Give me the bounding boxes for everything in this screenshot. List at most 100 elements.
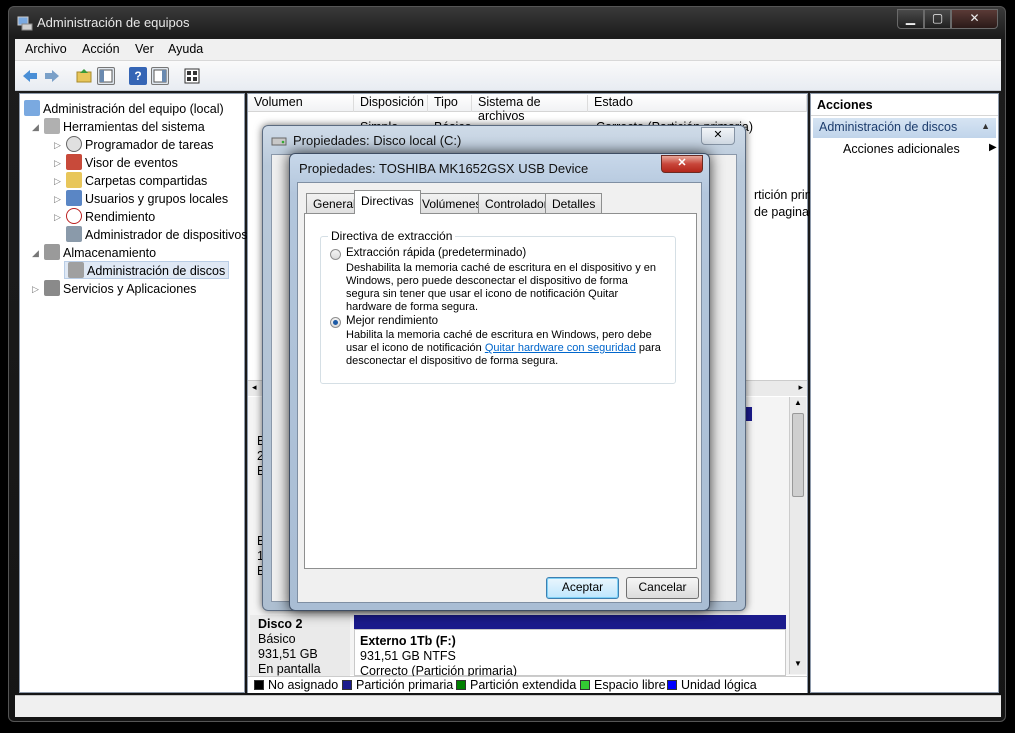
clock-icon	[66, 136, 82, 152]
quick-removal-radio[interactable]	[330, 249, 341, 260]
tree-item-label: Almacenamiento	[63, 246, 157, 260]
computer-management-icon	[24, 100, 40, 116]
tree-item-label: Administrador de dispositivos	[85, 228, 248, 242]
forward-arrow-icon[interactable]	[43, 67, 61, 85]
menu-accion[interactable]: Acción	[82, 42, 120, 56]
show-hide-tree-icon[interactable]	[97, 67, 115, 85]
legend-item: Unidad lógica	[667, 678, 757, 692]
minimize-button[interactable]: ▁	[897, 9, 924, 29]
safely-remove-hardware-link[interactable]: Quitar hardware con seguridad	[485, 342, 636, 354]
menu-ayuda[interactable]: Ayuda	[168, 42, 203, 56]
col-estado[interactable]: Estado	[588, 95, 807, 112]
legend-item: Partición primaria	[342, 678, 453, 692]
tree-item-performance[interactable]: Rendimiento	[66, 208, 155, 224]
tree-item-shared-folders[interactable]: Carpetas compartidas	[66, 172, 207, 188]
column-header: Volumen Disposición Tipo Sistema de arch…	[248, 94, 807, 123]
col-tipo[interactable]: Tipo	[428, 95, 472, 112]
disk2-name: Disco 2	[258, 617, 303, 631]
dialog-title: Propiedades: TOSHIBA MK1652GSX USB Devic…	[299, 161, 589, 176]
tools-icon	[44, 118, 60, 134]
group-title: Directiva de extracción	[328, 229, 456, 243]
back-arrow-icon[interactable]	[21, 67, 39, 85]
tab-detalles[interactable]: Detalles	[545, 193, 603, 213]
scroll-up-icon[interactable]: ▲	[794, 398, 802, 407]
disk2-info[interactable]: Disco 2 Básico 931,51 GB En pantalla	[250, 615, 350, 677]
close-button[interactable]: ✕	[951, 9, 998, 29]
scroll-thumb[interactable]	[792, 413, 804, 497]
submenu-arrow-icon: ▶	[989, 142, 997, 153]
more-actions-label: Acciones adicionales	[843, 142, 960, 156]
quick-removal-label[interactable]: Extracción rápida (predeterminado)	[346, 247, 526, 259]
expand-icon[interactable]: ▷	[54, 194, 61, 205]
tab-controlador[interactable]: Controlador	[478, 193, 555, 213]
ok-button[interactable]: Aceptar	[546, 577, 619, 599]
close-button[interactable]: ✕	[701, 127, 735, 145]
status-bar	[15, 695, 1001, 717]
menu-bar: Archivo Acción Ver Ayuda	[15, 39, 1001, 61]
cell-status-partial: rtición prin	[754, 188, 812, 202]
legend: No asignado Partición primaria Partición…	[248, 676, 807, 693]
up-folder-icon[interactable]	[75, 67, 93, 85]
cell-status-partial: de paginac	[754, 205, 816, 219]
tree-item-label: Usuarios y grupos locales	[85, 192, 229, 206]
tree-item-local-users[interactable]: Usuarios y grupos locales	[66, 190, 228, 206]
scroll-left-icon[interactable]: ◂	[252, 382, 257, 393]
collapse-up-icon[interactable]: ▲	[981, 121, 990, 131]
better-performance-label[interactable]: Mejor rendimiento	[346, 315, 438, 327]
quick-removal-description: Deshabilita la memoria caché de escritur…	[346, 262, 656, 313]
legend-swatch	[254, 680, 264, 690]
tab-directivas[interactable]: Directivas	[354, 190, 421, 214]
device-manager-icon	[66, 226, 82, 242]
computer-management-icon	[17, 15, 33, 31]
tree-item-system-tools[interactable]: Herramientas del sistema	[44, 118, 205, 134]
col-sistema-archivos[interactable]: Sistema de archivos	[472, 95, 588, 123]
tree-item-services[interactable]: Servicios y Aplicaciones	[44, 280, 196, 296]
tree-item-event-viewer[interactable]: Visor de eventos	[66, 154, 178, 170]
menu-ver[interactable]: Ver	[135, 42, 154, 56]
tree-root-label: Administración del equipo (local)	[43, 102, 224, 116]
more-actions-item[interactable]: Acciones adicionales ▶	[843, 142, 997, 156]
expand-icon[interactable]: ▷	[54, 176, 61, 187]
window-title: Administración de equipos	[37, 15, 190, 30]
maximize-button[interactable]: ▢	[924, 9, 951, 29]
actions-pane: Acciones Administración de discos ▲ Accio…	[810, 93, 999, 693]
legend-label: Partición extendida	[470, 678, 577, 692]
show-hide-action-pane-icon[interactable]	[151, 67, 169, 85]
partition-block[interactable]: Externo 1Tb (F:) 931,51 GB NTFS Correcto…	[354, 629, 786, 678]
tree-item-device-manager[interactable]: Administrador de dispositivos	[66, 226, 248, 242]
close-button[interactable]: ✕	[661, 155, 703, 173]
tree-item-label: Administración de discos	[87, 264, 226, 278]
legend-swatch	[342, 680, 352, 690]
col-disposicion[interactable]: Disposición	[354, 95, 428, 112]
storage-icon	[44, 244, 60, 260]
expand-icon[interactable]: ▷	[32, 284, 39, 295]
drive-icon	[271, 133, 287, 147]
disk2-type: Básico	[258, 632, 296, 646]
properties-icon[interactable]	[183, 67, 201, 85]
tree-item-disk-management[interactable]: Administración de discos	[64, 261, 230, 279]
vertical-scrollbar[interactable]: ▲ ▼	[789, 397, 806, 674]
expand-icon[interactable]: ▷	[54, 212, 61, 223]
expand-icon[interactable]: ▷	[54, 158, 61, 169]
legend-label: Espacio libre	[594, 678, 666, 692]
collapse-icon[interactable]: ◢	[32, 122, 39, 133]
expand-icon[interactable]: ▷	[54, 140, 61, 151]
radio-selected-dot	[333, 320, 338, 325]
tree-item-task-scheduler[interactable]: Programador de tareas	[66, 136, 214, 152]
policies-panel: Directiva de extracción Extracción rápid…	[304, 213, 697, 569]
cancel-button[interactable]: Cancelar	[626, 577, 699, 599]
tree-item-label: Herramientas del sistema	[63, 120, 205, 134]
collapse-icon[interactable]: ◢	[32, 248, 39, 259]
tree-root[interactable]: Administración del equipo (local)	[24, 100, 224, 116]
tree-item-storage[interactable]: Almacenamiento	[44, 244, 156, 260]
actions-section-disk-management[interactable]: Administración de discos ▲	[813, 118, 996, 138]
scroll-down-icon[interactable]: ▼	[794, 659, 802, 668]
dialog-title: Propiedades: Disco local (C:)	[293, 133, 462, 148]
scroll-right-icon[interactable]: ▸	[798, 382, 803, 393]
legend-item: Espacio libre	[580, 678, 666, 692]
col-volumen[interactable]: Volumen	[248, 95, 354, 112]
menu-archivo[interactable]: Archivo	[25, 42, 67, 56]
disk-icon	[68, 262, 84, 278]
help-icon[interactable]: ?	[129, 67, 147, 85]
better-performance-radio[interactable]	[330, 317, 341, 328]
